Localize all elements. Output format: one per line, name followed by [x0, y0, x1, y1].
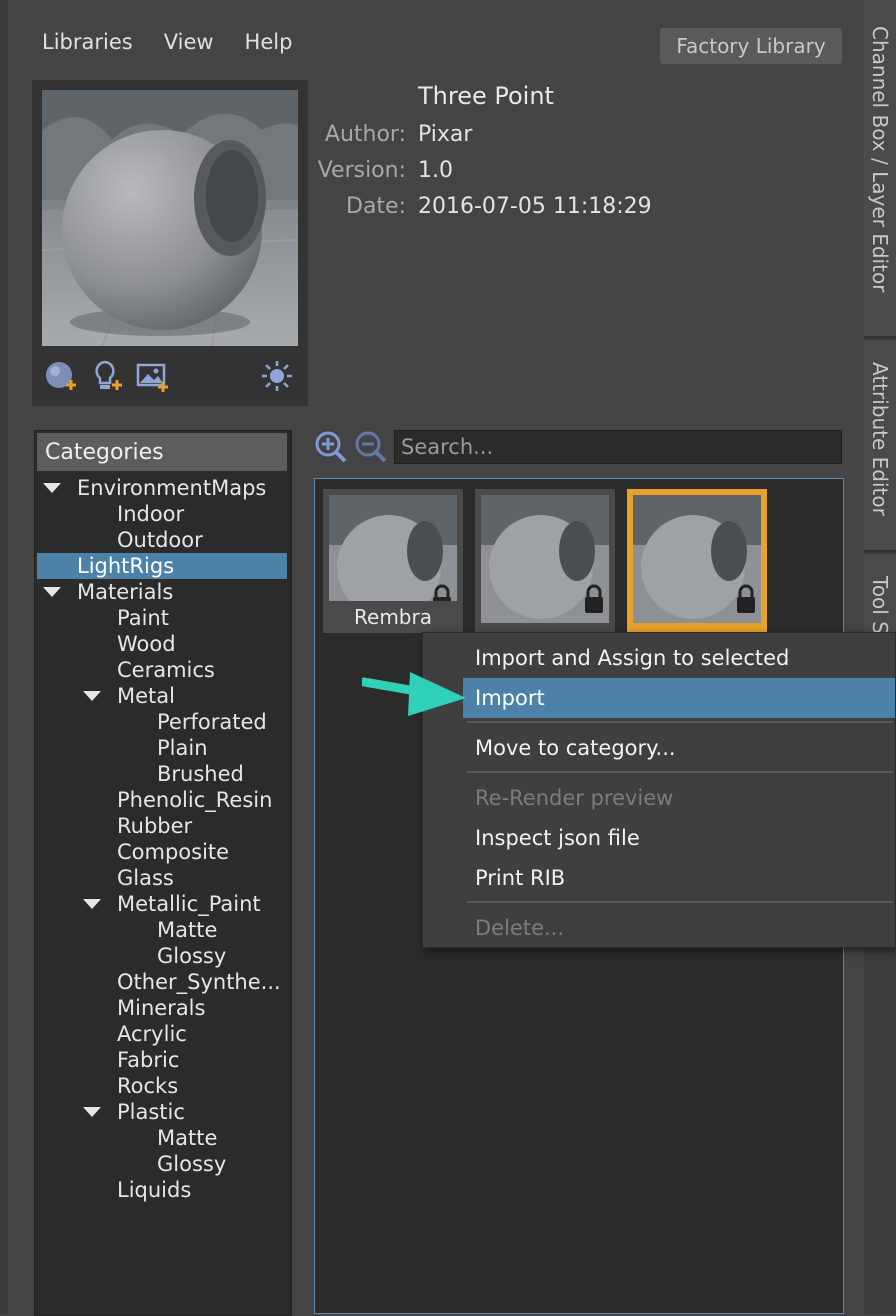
category-item-acrylic[interactable]: Acrylic — [117, 1021, 187, 1047]
expand-arrow-icon[interactable] — [83, 899, 101, 909]
date-value: 2016-07-05 11:18:29 — [418, 194, 652, 219]
preview-panel — [32, 80, 308, 406]
category-item-plastic[interactable]: Plastic — [117, 1099, 185, 1125]
category-item-ceramics[interactable]: Ceramics — [117, 657, 215, 683]
category-item-indoor[interactable]: Indoor — [117, 501, 184, 527]
category-item-metal[interactable]: Metal — [117, 683, 175, 709]
menu-item-delete: Delete... — [475, 916, 565, 940]
search-bar — [314, 428, 844, 468]
menu-separator — [467, 721, 893, 723]
menu-separator — [467, 901, 893, 903]
expand-arrow-icon[interactable] — [43, 587, 61, 597]
thumbnail-label: Rembra — [323, 601, 463, 633]
menu-separator — [467, 771, 893, 773]
zoom-out-icon[interactable] — [354, 430, 388, 464]
expand-arrow-icon[interactable] — [83, 1107, 101, 1117]
category-item-outdoor[interactable]: Outdoor — [117, 527, 203, 553]
category-item-plain[interactable]: Plain — [157, 735, 208, 761]
menu-help[interactable]: Help — [245, 30, 293, 64]
tab-attribute-editor[interactable]: Attribute Editor — [864, 340, 896, 552]
menu-item-print-rib[interactable]: Print RIB — [463, 858, 895, 898]
category-item-paint[interactable]: Paint — [117, 605, 169, 631]
author-label: Author: — [324, 122, 406, 147]
author-value: Pixar — [418, 122, 473, 147]
left-edge — [0, 0, 8, 1314]
preset-thumbnail[interactable] — [475, 489, 615, 633]
menu-item-inspect-json[interactable]: Inspect json file — [463, 818, 895, 858]
thumbnail-image — [481, 495, 609, 623]
category-item-matte[interactable]: Matte — [157, 917, 217, 943]
category-item-liquids[interactable]: Liquids — [117, 1177, 191, 1203]
category-item-metallic-paint[interactable]: Metallic_Paint — [117, 891, 261, 917]
category-item-wood[interactable]: Wood — [117, 631, 176, 657]
add-image-icon[interactable] — [136, 359, 170, 393]
category-item-fabric[interactable]: Fabric — [117, 1047, 179, 1073]
preset-title: Three Point — [418, 82, 554, 110]
tab-tool-settings[interactable]: Tool S — [864, 554, 896, 640]
preset-thumbnail[interactable]: Rembra — [323, 489, 463, 633]
add-material-icon[interactable] — [44, 359, 78, 393]
annotation-arrow-icon — [359, 668, 472, 718]
category-item-perforated[interactable]: Perforated — [157, 709, 267, 735]
tab-channel-box[interactable]: Channel Box / Layer Editor — [864, 0, 896, 338]
category-item-minerals[interactable]: Minerals — [117, 995, 205, 1021]
category-item-rocks[interactable]: Rocks — [117, 1073, 178, 1099]
category-item-glossy[interactable]: Glossy — [157, 1151, 226, 1177]
category-item-phenolic-resin[interactable]: Phenolic_Resin — [117, 787, 272, 813]
zoom-in-icon[interactable] — [314, 430, 348, 464]
tab-channel-box-label: Channel Box / Layer Editor — [868, 26, 892, 293]
expand-arrow-icon[interactable] — [83, 691, 101, 701]
menu-item-rerender-preview: Re-Render preview — [475, 786, 674, 810]
menubar: Libraries View Help — [42, 30, 323, 64]
version-label: Version: — [317, 158, 406, 183]
version-row: Version: — [317, 158, 406, 186]
menu-view[interactable]: View — [164, 30, 214, 64]
add-light-icon[interactable] — [90, 359, 124, 393]
category-item-other-synthe[interactable]: Other_Synthe... — [117, 969, 281, 995]
category-item-environmentmaps[interactable]: EnvironmentMaps — [77, 475, 266, 501]
category-item-matte[interactable]: Matte — [157, 1125, 217, 1151]
category-item-glossy[interactable]: Glossy — [157, 943, 226, 969]
thumbnail-image — [633, 495, 761, 623]
preview-image — [42, 90, 298, 346]
date-label: Date: — [346, 194, 406, 219]
preset-thumbnail-selected[interactable] — [627, 489, 767, 633]
category-item-glass[interactable]: Glass — [117, 865, 174, 891]
menu-libraries[interactable]: Libraries — [42, 30, 133, 64]
light-settings-icon[interactable] — [260, 359, 294, 393]
menu-item-move-to-category[interactable]: Move to category... — [463, 728, 895, 768]
category-item-rubber[interactable]: Rubber — [117, 813, 192, 839]
tab-tool-settings-label: Tool S — [868, 576, 892, 634]
expand-arrow-icon[interactable] — [43, 483, 61, 493]
categories-header: Categories — [37, 433, 287, 471]
search-input[interactable] — [394, 430, 842, 464]
category-item-brushed[interactable]: Brushed — [157, 761, 244, 787]
categories-panel: Categories EnvironmentMaps Indoor Outdoor L… — [34, 430, 292, 1316]
tab-attribute-editor-label: Attribute Editor — [868, 362, 892, 516]
factory-library-button[interactable]: Factory Library — [660, 28, 842, 64]
menu-item-import[interactable]: Import — [463, 678, 895, 718]
menu-item-import-and-assign[interactable]: Import and Assign to selected — [463, 638, 895, 678]
date-row: Date: — [320, 194, 406, 222]
category-item-composite[interactable]: Composite — [117, 839, 229, 865]
context-menu: Import and Assign to selected Import Mov… — [422, 632, 896, 948]
author-row: Author: — [320, 122, 406, 150]
category-item-materials[interactable]: Materials — [77, 579, 173, 605]
category-item-lightrigs[interactable]: LightRigs — [77, 553, 174, 579]
version-value: 1.0 — [418, 158, 453, 183]
